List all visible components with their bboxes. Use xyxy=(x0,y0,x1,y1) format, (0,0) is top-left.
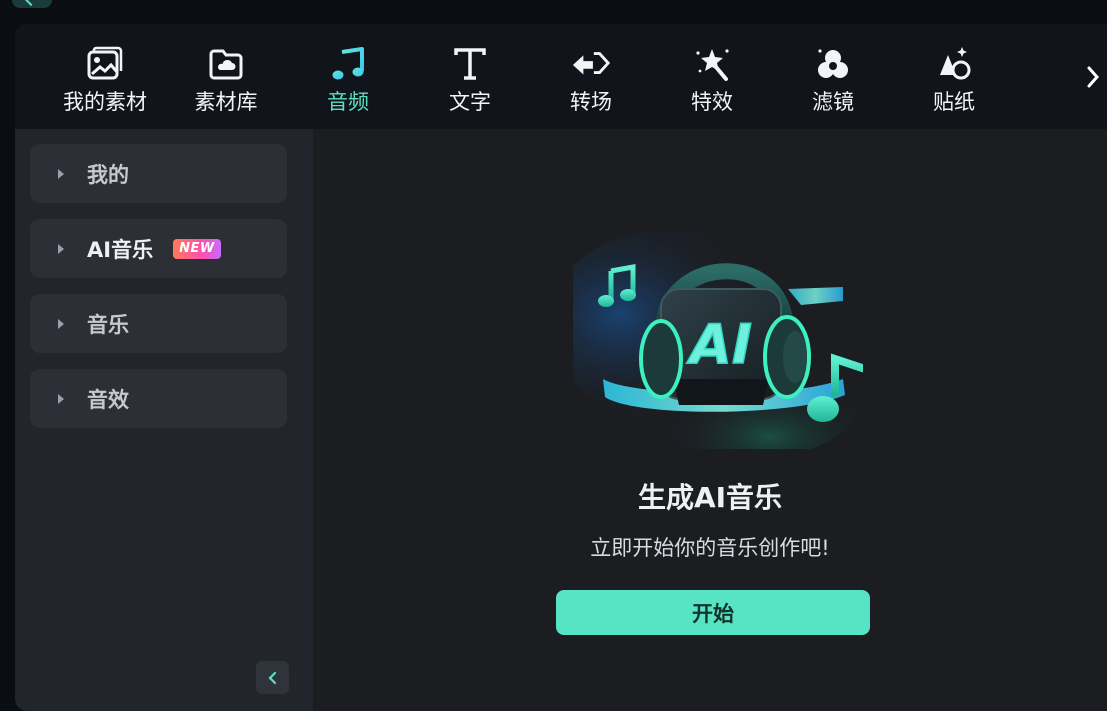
sticker-icon xyxy=(934,44,974,84)
ai-music-illustration: AI xyxy=(548,229,869,459)
svg-text:AI: AI xyxy=(686,313,752,376)
tab-stickers[interactable]: 贴纸 xyxy=(899,24,1009,129)
media-panel: 我的素材 素材库 音频 文字 转场 特效 滤镜 贴纸 我的 AI音乐 NEW 音… xyxy=(15,24,1107,711)
expand-arrow-icon xyxy=(58,168,64,179)
tab-label: 音频 xyxy=(327,90,369,114)
expand-arrow-icon xyxy=(58,318,64,329)
toolbar: 我的素材 素材库 音频 文字 转场 特效 滤镜 贴纸 xyxy=(15,24,1107,129)
tab-transition[interactable]: 转场 xyxy=(536,24,646,129)
category-my[interactable]: 我的 xyxy=(30,144,287,203)
category-ai-music[interactable]: AI音乐 NEW xyxy=(30,219,287,278)
tab-label: 贴纸 xyxy=(933,90,975,114)
tab-label: 滤镜 xyxy=(812,90,854,114)
tab-effects[interactable]: 特效 xyxy=(657,24,767,129)
filter-icon xyxy=(813,44,853,84)
category-music[interactable]: 音乐 xyxy=(30,294,287,353)
category-label: 音乐 xyxy=(87,312,129,337)
chevron-left-icon xyxy=(267,671,276,684)
transition-icon xyxy=(571,44,611,84)
category-sound-effects[interactable]: 音效 xyxy=(30,369,287,428)
start-button[interactable]: 开始 xyxy=(556,590,870,635)
page-title: 生成AI音乐 xyxy=(637,481,783,514)
new-badge: NEW xyxy=(173,238,221,259)
category-label: 我的 xyxy=(87,162,129,187)
toolbar-next-button[interactable] xyxy=(1079,24,1107,129)
category-label: 音效 xyxy=(87,387,129,412)
tab-label: 我的素材 xyxy=(63,90,147,114)
tab-my-assets[interactable]: 我的素材 xyxy=(50,24,160,129)
music-note-icon xyxy=(328,44,368,84)
magic-wand-icon xyxy=(692,44,732,84)
tab-filters[interactable]: 滤镜 xyxy=(778,24,888,129)
collapse-sidebar-button[interactable] xyxy=(256,661,289,694)
tab-audio[interactable]: 音频 xyxy=(293,24,403,129)
tab-text[interactable]: 文字 xyxy=(415,24,525,129)
image-icon xyxy=(85,44,125,84)
folder-cloud-icon xyxy=(206,44,246,84)
expand-arrow-icon xyxy=(58,243,64,254)
tab-label: 特效 xyxy=(691,90,733,114)
tab-library[interactable]: 素材库 xyxy=(171,24,281,129)
chevron-right-icon xyxy=(1087,66,1100,87)
tab-label: 转场 xyxy=(570,90,612,114)
text-icon xyxy=(450,44,490,84)
tab-label: 文字 xyxy=(449,90,491,114)
expand-arrow-icon xyxy=(58,393,64,404)
page-subtitle: 立即开始你的音乐创作吧! xyxy=(590,536,830,560)
category-label: AI音乐 xyxy=(87,237,154,262)
chevron-left-icon xyxy=(23,0,39,7)
back-tab[interactable] xyxy=(12,0,52,8)
category-sidebar: 我的 AI音乐 NEW 音乐 音效 xyxy=(15,129,313,711)
content-area: AI 生成AI音乐 立即开始你的音乐创作吧! 开始 xyxy=(313,129,1107,711)
tab-label: 素材库 xyxy=(194,90,258,114)
